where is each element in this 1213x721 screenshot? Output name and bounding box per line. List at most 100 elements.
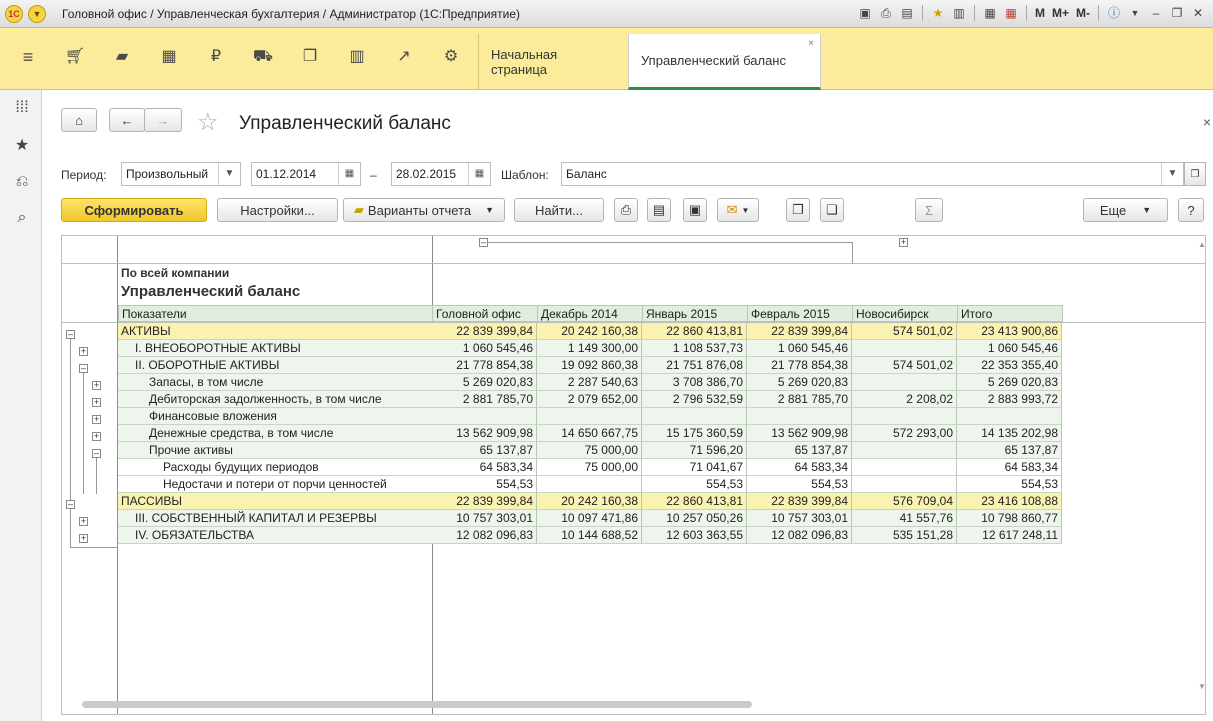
period-type-select[interactable]: Произвольный ▼ [121,162,241,186]
value-cell[interactable]: 14 135 202,98 [957,425,1062,442]
value-cell[interactable]: 23 416 108,88 [957,493,1062,510]
expand-columns-toggle[interactable]: + [899,238,908,247]
value-cell[interactable]: 19 092 860,38 [537,357,642,374]
value-cell[interactable] [852,340,957,357]
value-cell[interactable]: 574 501,02 [852,357,957,374]
history-icon[interactable]: ▥ [950,4,968,22]
value-cell[interactable] [747,408,852,425]
value-cell[interactable]: 12 617 248,11 [957,527,1062,544]
star-icon[interactable]: ☆ [197,108,219,137]
value-cell[interactable]: 12 082 096,83 [747,527,852,544]
value-cell[interactable]: 1 060 545,46 [432,340,537,357]
indicator-cell[interactable]: Денежные средства, в том числе [118,425,433,442]
value-cell[interactable] [642,408,747,425]
value-cell[interactable]: 5 269 020,83 [432,374,537,391]
column-header-indicators[interactable]: Показатели [118,305,433,322]
value-cell[interactable]: 554,53 [642,476,747,493]
preview-icon[interactable]: ▤ [898,4,916,22]
date-to-field[interactable]: 28.02.2015 ▦ [391,162,491,186]
value-cell[interactable]: 10 097 471,86 [537,510,642,527]
value-cell[interactable]: 5 269 020,83 [957,374,1062,391]
save-button[interactable]: ▣ [683,198,707,222]
value-cell[interactable]: 554,53 [432,476,537,493]
scroll-down-icon[interactable]: ▼ [1198,682,1205,691]
column-header[interactable]: Головной офис [432,305,538,322]
forward-button[interactable]: → [144,108,182,132]
calculator-icon[interactable]: ▦ [981,4,999,22]
value-cell[interactable] [432,408,537,425]
value-cell[interactable]: 13 562 909,98 [747,425,852,442]
menu-icon[interactable]: ≡ [16,45,40,69]
value-cell[interactable]: 1 149 300,00 [537,340,642,357]
calendar-icon[interactable]: ▦ [468,163,490,185]
favorites-icon[interactable]: ★ [12,136,32,156]
print-button[interactable]: ⎙ [614,198,638,222]
help-button[interactable]: ? [1178,198,1204,222]
value-cell[interactable]: 75 000,00 [537,442,642,459]
column-header[interactable]: Итого [957,305,1063,322]
value-cell[interactable]: 572 293,00 [852,425,957,442]
value-cell[interactable]: 75 000,00 [537,459,642,476]
close-icon[interactable]: × [1203,114,1211,130]
expand-toggle[interactable]: + [92,398,101,407]
value-cell[interactable]: 71 596,20 [642,442,747,459]
value-cell[interactable]: 65 137,87 [432,442,537,459]
column-header[interactable]: Декабрь 2014 [537,305,643,322]
value-cell[interactable]: 64 583,34 [432,459,537,476]
indicator-cell[interactable]: II. ОБОРОТНЫЕ АКТИВЫ [118,357,433,374]
expand-toggle[interactable]: + [79,517,88,526]
memory-m-button[interactable]: M [1033,4,1047,22]
value-cell[interactable]: 65 137,87 [747,442,852,459]
template-field[interactable]: Баланс ▼ [561,162,1184,186]
paste-button[interactable]: ❏ [820,198,844,222]
scroll-up-icon[interactable]: ▲ [1198,240,1205,249]
generate-button[interactable]: Сформировать [61,198,207,222]
horizontal-scrollbar[interactable] [82,701,752,708]
collapse-toggle[interactable]: – [66,330,75,339]
value-cell[interactable]: 10 144 688,52 [537,527,642,544]
find-button[interactable]: Найти... [514,198,604,222]
gear-icon[interactable]: ⚙ [439,45,463,69]
indicator-cell[interactable]: Прочие активы [118,442,433,459]
expand-toggle[interactable]: + [92,432,101,441]
value-cell[interactable]: 22 839 399,84 [747,493,852,510]
main-menu-icon[interactable]: ▼ [28,5,46,23]
settings-button[interactable]: Настройки... [217,198,338,222]
value-cell[interactable]: 21 778 854,38 [747,357,852,374]
value-cell[interactable]: 21 778 854,38 [432,357,537,374]
search-icon[interactable]: ⌕ [12,208,32,228]
value-cell[interactable]: 10 798 860,77 [957,510,1062,527]
value-cell[interactable]: 20 242 160,38 [537,493,642,510]
chevron-down-icon[interactable]: ▼ [1161,163,1183,185]
value-cell[interactable]: 15 175 360,59 [642,425,747,442]
value-cell[interactable]: 5 269 020,83 [747,374,852,391]
value-cell[interactable]: 12 082 096,83 [432,527,537,544]
restore-icon[interactable]: ❐ [1168,4,1186,22]
column-header[interactable]: Февраль 2015 [747,305,853,322]
value-cell[interactable] [852,408,957,425]
value-cell[interactable]: 3 708 386,70 [642,374,747,391]
value-cell[interactable]: 23 413 900,86 [957,323,1062,340]
truck-icon[interactable]: ⛟ [251,45,275,69]
value-cell[interactable]: 2 881 785,70 [747,391,852,408]
value-cell[interactable]: 22 839 399,84 [747,323,852,340]
indicator-cell[interactable]: III. СОБСТВЕННЫЙ КАПИТАЛ И РЕЗЕРВЫ [118,510,433,527]
value-cell[interactable]: 2 796 532,59 [642,391,747,408]
value-cell[interactable] [537,408,642,425]
history-icon[interactable]: ⎌ [12,172,32,192]
collapse-toggle[interactable]: – [66,500,75,509]
value-cell[interactable]: 64 583,34 [957,459,1062,476]
bag-icon[interactable]: ▰ [110,45,134,69]
value-cell[interactable]: 13 562 909,98 [432,425,537,442]
expand-toggle[interactable]: + [79,347,88,356]
expand-toggle[interactable]: + [79,534,88,543]
collapse-columns-toggle[interactable]: – [479,238,488,247]
value-cell[interactable] [957,408,1062,425]
value-cell[interactable]: 554,53 [957,476,1062,493]
expand-toggle[interactable]: + [92,415,101,424]
value-cell[interactable]: 576 709,04 [852,493,957,510]
value-cell[interactable]: 20 242 160,38 [537,323,642,340]
app-logo-icon[interactable]: 1C [5,5,23,23]
value-cell[interactable] [852,476,957,493]
value-cell[interactable]: 2 287 540,63 [537,374,642,391]
